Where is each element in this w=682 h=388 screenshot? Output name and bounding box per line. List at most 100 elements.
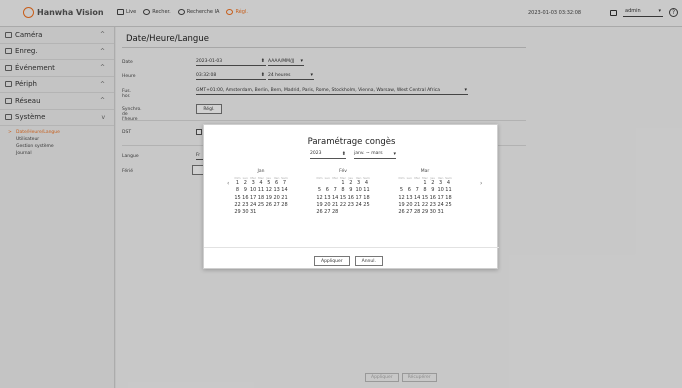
calendar-day[interactable]: 3 (355, 180, 362, 187)
calendar-day[interactable]: 25 (257, 202, 264, 209)
calendar-day[interactable]: 26 (316, 209, 323, 216)
calendar-day[interactable]: 23 (429, 202, 436, 209)
calendar-day[interactable]: 1 (421, 180, 428, 187)
calendar-day[interactable]: 18 (257, 195, 264, 202)
calendar-day[interactable]: 23 (242, 202, 249, 209)
calendar-day[interactable]: 31 (437, 209, 444, 216)
calendar-day[interactable]: 5 (398, 187, 405, 194)
calendar-day[interactable]: 2 (347, 180, 354, 187)
calendar-day[interactable]: 22 (339, 202, 346, 209)
calendar-day[interactable]: 17 (250, 195, 257, 202)
calendar-day[interactable]: 12 (316, 195, 323, 202)
calendar-day[interactable]: 20 (406, 202, 413, 209)
calendar-day[interactable]: 27 (273, 202, 280, 209)
calendar-day[interactable]: 25 (363, 202, 370, 209)
calendar-day[interactable]: 2 (242, 180, 249, 187)
calendar-day[interactable]: 11 (445, 187, 452, 194)
calendar-day[interactable]: 27 (324, 209, 331, 216)
calendar-day[interactable]: 17 (437, 195, 444, 202)
calendar-day[interactable]: 1 (234, 180, 241, 187)
calendar-day[interactable]: 19 (398, 202, 405, 209)
calendar-day[interactable]: 28 (281, 202, 288, 209)
calendar-day[interactable]: 25 (445, 202, 452, 209)
calendar-day[interactable]: 14 (281, 187, 288, 194)
calendar-day[interactable]: 28 (332, 209, 339, 216)
calendar-day[interactable]: 8 (339, 187, 346, 194)
calendar-day[interactable]: 11 (257, 187, 264, 194)
calendar-day[interactable]: 5 (265, 180, 272, 187)
month-days: 1 2 3 4 5 6 7 8 9 10 11 12 13 14 15 16 17 18 19 20 21 22 23 24 2… (398, 180, 452, 216)
calendar-day[interactable]: 5 (316, 187, 323, 194)
calendar-day[interactable]: 12 (398, 195, 405, 202)
calendar-day[interactable]: 8 (421, 187, 428, 194)
next-months-icon[interactable]: › (480, 180, 482, 187)
calendar-day[interactable]: 18 (363, 195, 370, 202)
calendar-day[interactable]: 15 (234, 195, 241, 202)
calendar-day[interactable]: 29 (234, 209, 241, 216)
calendar-day[interactable]: 24 (437, 202, 444, 209)
calendar-day[interactable]: 14 (414, 195, 421, 202)
calendar-day[interactable]: 19 (265, 195, 272, 202)
calendar-day[interactable]: 30 (242, 209, 249, 216)
calendar-day[interactable]: 22 (234, 202, 241, 209)
month-march: Mar Dim Lun Mar Mer Jeu Ven Sam 1 2 3 4 5 6 7 8 9 10 11 1… (398, 169, 452, 216)
calendar-day[interactable]: 2 (429, 180, 436, 187)
calendar-day[interactable]: 9 (242, 187, 249, 194)
calendar-day[interactable]: 9 (429, 187, 436, 194)
calendar-day[interactable]: 20 (324, 202, 331, 209)
calendar-day[interactable]: 24 (355, 202, 362, 209)
calendar-day[interactable]: 29 (421, 209, 428, 216)
calendar-day[interactable]: 18 (445, 195, 452, 202)
calendar-day[interactable]: 10 (437, 187, 444, 194)
calendar-day[interactable]: 26 (265, 202, 272, 209)
calendar-day[interactable]: 1 (339, 180, 346, 187)
dialog-cancel-button[interactable]: Annul. (354, 256, 383, 266)
calendar-day[interactable]: 15 (339, 195, 346, 202)
calendar-day[interactable]: 6 (273, 180, 280, 187)
calendar-day[interactable]: 13 (324, 195, 331, 202)
calendar-day[interactable]: 3 (437, 180, 444, 187)
calendar-day[interactable]: 24 (250, 202, 257, 209)
calendar-day[interactable]: 7 (332, 187, 339, 194)
calendar-day[interactable]: 10 (250, 187, 257, 194)
period-select[interactable]: janv. ~ mars ▾ (354, 151, 396, 159)
calendar-day[interactable]: 12 (265, 187, 272, 194)
calendar-day[interactable]: 6 (324, 187, 331, 194)
calendar-day[interactable]: 10 (355, 187, 362, 194)
calendar-day[interactable]: 19 (316, 202, 323, 209)
calendar-day[interactable]: 16 (242, 195, 249, 202)
calendar-day[interactable]: 15 (421, 195, 428, 202)
calendar-day[interactable]: 14 (332, 195, 339, 202)
calendar-day[interactable]: 16 (347, 195, 354, 202)
calendar-day[interactable]: 13 (406, 195, 413, 202)
calendar-day[interactable]: 4 (445, 180, 452, 187)
calendar-day[interactable]: 3 (250, 180, 257, 187)
calendar-day[interactable]: 21 (281, 195, 288, 202)
calendar-day[interactable]: 13 (273, 187, 280, 194)
calendar-day[interactable]: 7 (281, 180, 288, 187)
calendar-day[interactable]: 22 (421, 202, 428, 209)
calendar-day[interactable]: 30 (429, 209, 436, 216)
prev-months-icon[interactable]: ‹ (227, 180, 229, 187)
calendar-day[interactable]: 28 (414, 209, 421, 216)
calendar-day[interactable]: 16 (429, 195, 436, 202)
year-stepper[interactable]: 2023 ⬍ (310, 151, 346, 159)
calendar-day[interactable]: 11 (363, 187, 370, 194)
month-january: Jan Dim Lun Mar Mer Jeu Ven Sam 1 2 3 4 5 6 7 8 9 10 11 1… (234, 169, 288, 216)
calendar-day[interactable]: 17 (355, 195, 362, 202)
calendar-day[interactable]: 8 (234, 187, 241, 194)
calendar-day[interactable]: 20 (273, 195, 280, 202)
calendar-day[interactable]: 26 (398, 209, 405, 216)
calendar-day[interactable]: 23 (347, 202, 354, 209)
calendar-day[interactable]: 4 (363, 180, 370, 187)
dialog-apply-button[interactable]: Appliquer (314, 256, 350, 266)
calendar-day[interactable]: 9 (347, 187, 354, 194)
calendar-day[interactable]: 27 (406, 209, 413, 216)
calendar-day[interactable]: 7 (414, 187, 421, 194)
year-value: 2023 (310, 151, 322, 156)
calendar-day[interactable]: 31 (250, 209, 257, 216)
calendar-day[interactable]: 6 (406, 187, 413, 194)
calendar-day[interactable]: 21 (332, 202, 339, 209)
calendar-day[interactable]: 21 (414, 202, 421, 209)
calendar-day[interactable]: 4 (257, 180, 264, 187)
